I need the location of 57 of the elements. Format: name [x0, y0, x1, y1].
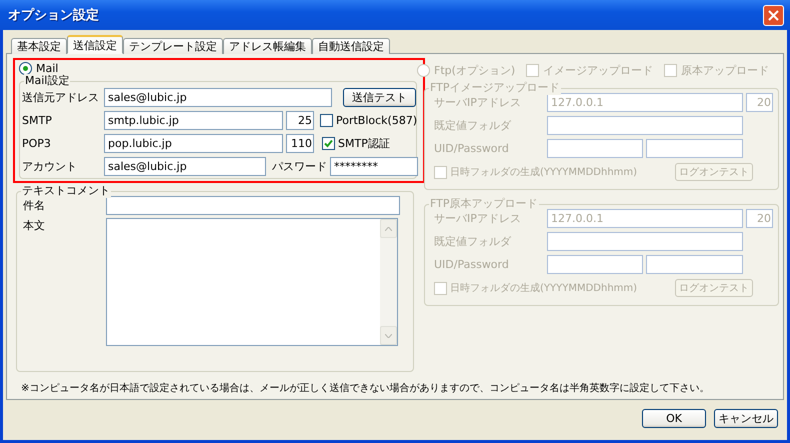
checkbox-label: 日時フォルダの生成(YYYYMMDDhhmm): [450, 166, 638, 179]
field-label: 既定値フォルダ: [434, 118, 512, 132]
checkbox[interactable]: [322, 136, 335, 150]
dialog-button[interactable]: OK: [642, 409, 706, 428]
uid-field[interactable]: [547, 138, 643, 158]
tab[interactable]: 基本設定: [11, 38, 67, 54]
tab[interactable]: 送信設定: [67, 35, 123, 54]
password-field[interactable]: [646, 138, 743, 158]
checkbox-label: SMTP認証: [338, 136, 390, 150]
folder-field[interactable]: [547, 116, 743, 134]
checkbox-label: 日時フォルダの生成(YYYYMMDDhhmm): [450, 282, 638, 295]
checkbox-label: PortBlock(587): [336, 114, 418, 126]
group-title: Mail設定: [24, 74, 70, 88]
checkbox-label: イメージアップロード: [543, 62, 654, 78]
field-label: UID/Password: [434, 142, 510, 154]
field-label: POP3: [22, 136, 52, 150]
port-field[interactable]: 110: [286, 134, 314, 152]
field-label: パスワード: [272, 158, 327, 174]
window-title: オプション設定: [8, 6, 99, 24]
field-label: サーバIPアドレス: [434, 94, 522, 110]
account-field[interactable]: sales@lubic.jp: [104, 156, 266, 176]
password-field[interactable]: ********: [330, 156, 418, 176]
ftp-option-label: Ftp(オプション): [434, 62, 516, 78]
field-label: 件名: [23, 198, 46, 213]
tab[interactable]: テンプレート設定: [123, 38, 223, 54]
field-label: アカウント: [22, 158, 78, 174]
radio-button[interactable]: [19, 62, 32, 75]
uid-field[interactable]: [547, 254, 643, 274]
field-label: サーバIPアドレス: [434, 210, 522, 226]
dialog-button[interactable]: キャンセル: [714, 409, 778, 428]
tab[interactable]: アドレス帳編集: [223, 38, 312, 54]
field-label: 送信元アドレス: [22, 90, 100, 104]
field-label: UID/Password: [434, 258, 510, 270]
scroll-up-icon[interactable]: [380, 219, 397, 238]
checkbox-label: 原本アップロード: [681, 62, 770, 78]
mail-option-label: Mail: [36, 62, 58, 75]
tab[interactable]: 自動送信設定: [312, 38, 390, 54]
close-icon: [768, 10, 779, 20]
field-label: SMTP: [22, 114, 53, 126]
pop3-server-field[interactable]: pop.lubic.jp: [104, 134, 283, 152]
smtp-server-field[interactable]: smtp.lubic.jp: [104, 110, 283, 130]
close-button[interactable]: [763, 4, 784, 26]
field-label: 本文: [23, 218, 46, 233]
subject-field[interactable]: [106, 196, 400, 215]
checkbox[interactable]: [320, 114, 333, 126]
group-title: FTPイメージアップロード: [429, 81, 560, 95]
note-text: ※コンピュータ名が日本語で設定されている場合は、メールが正しく送信できない場合がありますので、コンピュータ名は半角英数字に設定して下さい。: [21, 382, 710, 395]
body-field[interactable]: [106, 218, 398, 346]
field-label: 既定値フォルダ: [434, 234, 512, 248]
scroll-down-icon[interactable]: [380, 326, 397, 345]
group-title: テキストコメント: [21, 184, 111, 198]
group-title: FTP原本アップロード: [429, 197, 538, 211]
send-test-button[interactable]: 送信テスト: [343, 88, 416, 106]
folder-field[interactable]: [547, 232, 743, 250]
port-field[interactable]: 25: [286, 110, 314, 130]
password-field[interactable]: [646, 254, 743, 274]
sender-address-field[interactable]: sales@lubic.jp: [104, 88, 332, 106]
